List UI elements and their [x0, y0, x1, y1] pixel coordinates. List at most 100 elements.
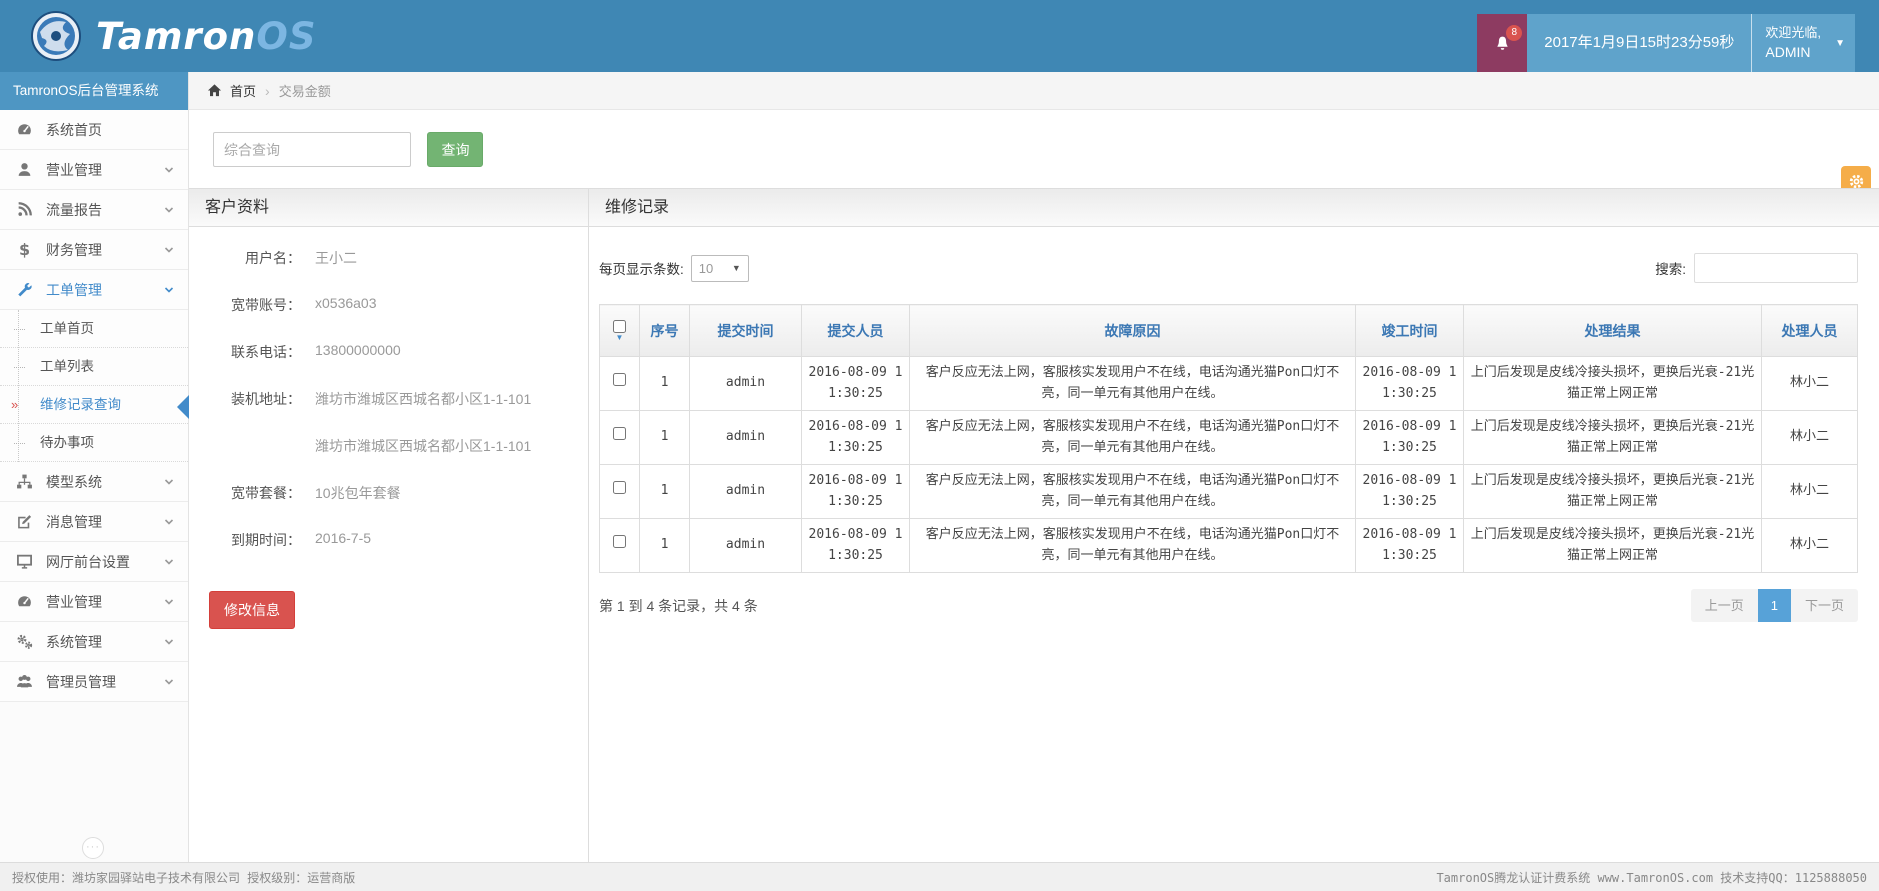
field-label: 装机地址： [189, 389, 301, 409]
dollar-icon: $ [16, 241, 33, 258]
row-checkbox[interactable] [613, 535, 626, 548]
sidebar-item-traffic-report[interactable]: 流量报告 [0, 190, 188, 230]
sidebar-item-label: 网厅前台设置 [46, 552, 130, 572]
field-value: 潍坊市潍城区西城名都小区1-1-101 [315, 436, 531, 456]
global-search-input[interactable] [213, 132, 411, 167]
sidebar-item-model-system[interactable]: 模型系统 [0, 462, 188, 502]
page-1-button[interactable]: 1 [1758, 589, 1791, 622]
sidebar-subitem-repair-record-query[interactable]: »维修记录查询 [0, 386, 188, 424]
breadcrumb-separator: › [265, 83, 270, 99]
footer-support-text: TamronOS腾龙认证计费系统 www.TamronOS.com 技术支持QQ… [1436, 869, 1867, 886]
dashboard-icon [16, 593, 33, 610]
customer-fields: 用户名：王小二宽带账号：x0536a03 联系电话： 13800000000 装机地址… [189, 227, 588, 629]
column-header: 提交人员 [802, 305, 910, 357]
sidebar-item-label: 财务管理 [46, 240, 102, 260]
sidebar-item-system-home[interactable]: 系统首页 [0, 110, 188, 150]
sidebar-title: TamronOS后台管理系统 [0, 72, 188, 110]
row-checkbox[interactable] [613, 481, 626, 494]
table-row: 1admin2016-08-09 11:30:25客户反应无法上网，客服核实发现… [600, 357, 1858, 411]
content: 客户资料 用户名：王小二宽带账号：x0536a03 联系电话： 1380000000… [189, 188, 1879, 862]
customer-field-row: 用户名：王小二 [189, 248, 588, 268]
cell-finish-time: 2016-08-09 11:30:25 [1356, 519, 1464, 573]
next-page-button[interactable]: 下一页 [1791, 589, 1858, 622]
sidebar-item-system-mgmt[interactable]: 系统管理 [0, 622, 188, 662]
notification-button[interactable]: 8 [1477, 14, 1527, 72]
topbar-right: 8 2017年1月9日15时23分59秒 欢迎光临, ADMIN ▼ [1477, 0, 1855, 72]
column-header: 处理人员 [1762, 305, 1858, 357]
sidebar-subitem-label: 工单首页 [40, 321, 94, 336]
sidebar-subitem-workorder-home[interactable]: 工单首页 [0, 310, 188, 348]
field-value: 13800000000 [315, 342, 401, 362]
notification-badge: 8 [1506, 25, 1522, 41]
sidebar-item-business-mgmt[interactable]: 营业管理 [0, 150, 188, 190]
sidebar-collapse-toggle[interactable]: ··· [82, 837, 104, 859]
sidebar-item-business-mgmt-2[interactable]: 营业管理 [0, 582, 188, 622]
sidebar-item-finance-mgmt[interactable]: $ 财务管理 [0, 230, 188, 270]
sidebar-item-webhall-settings[interactable]: 网厅前台设置 [0, 542, 188, 582]
table-row: 1admin2016-08-09 11:30:25客户反应无法上网，客服核实发现… [600, 519, 1858, 573]
row-checkbox[interactable] [613, 427, 626, 440]
gears-icon [16, 633, 33, 650]
field-label: 用户名： [189, 248, 301, 268]
active-item-marker [177, 395, 189, 419]
sidebar-item-label: 管理员管理 [46, 672, 116, 692]
sidebar-subitem-todo-items[interactable]: 待办事项 [0, 424, 188, 462]
datetime-display: 2017年1月9日15时23分59秒 [1527, 14, 1751, 72]
dashboard-icon [16, 121, 33, 138]
sitemap-icon [16, 473, 33, 490]
cell-serial: 1 [640, 411, 690, 465]
sidebar-item-message-mgmt[interactable]: 消息管理 [0, 502, 188, 542]
sidebar-menu: 系统首页营业管理流量报告$财务管理工单管理工单首页工单列表»维修记录查询待办事项… [0, 110, 188, 702]
sidebar-item-label: 模型系统 [46, 472, 102, 492]
sidebar-item-workorder-mgmt[interactable]: 工单管理 [0, 270, 188, 310]
logo-text-primary: Tamron [96, 15, 256, 58]
customer-panel-title: 客户资料 [189, 189, 588, 227]
row-checkbox[interactable] [613, 373, 626, 386]
breadcrumb-home-link[interactable]: 首页 [230, 81, 256, 100]
wrench-icon [16, 281, 33, 298]
cell-result: 上门后发现是皮线冷接头损坏，更换后光衰-21光猫正常上网正常 [1464, 357, 1762, 411]
cell-select [600, 519, 640, 573]
sidebar-item-label: 消息管理 [46, 512, 102, 532]
cell-serial: 1 [640, 357, 690, 411]
customer-field-row: 装机地址：潍坊市潍城区西城名都小区1-1-101 [189, 389, 588, 409]
page-size-value: 10 [699, 261, 713, 276]
select-all-checkbox[interactable] [613, 320, 626, 333]
double-angle-right-icon: » [11, 386, 18, 424]
table-search-group: 搜索: [1655, 253, 1858, 283]
page-size-select[interactable]: 10 ▼ [691, 255, 749, 282]
cell-select [600, 411, 640, 465]
sidebar-subitem-label: 工单列表 [40, 359, 94, 374]
customer-field-row: 宽带账号：x0536a03 [189, 295, 588, 315]
edit-info-button[interactable]: 修改信息 [209, 591, 295, 629]
cell-serial: 1 [640, 465, 690, 519]
table-search-input[interactable] [1694, 253, 1858, 283]
home-icon [207, 83, 222, 98]
footer: 授权使用：潍坊家园驿站电子技术有限公司 授权级别：运营商版 TamronOS腾龙… [0, 862, 1879, 891]
sidebar-subitem-label: 待办事项 [40, 435, 94, 450]
cell-serial: 1 [640, 519, 690, 573]
cell-handler: 林小二 [1762, 357, 1858, 411]
cell-fault-reason: 客户反应无法上网，客服核实发现用户不在线，电话沟通光猫Pon口灯不亮，同一单元有… [910, 411, 1356, 465]
users-icon [16, 673, 33, 690]
cell-submit-time: 2016-08-09 11:30:25 [802, 519, 910, 573]
sidebar-item-label: 系统首页 [46, 120, 102, 140]
rss-icon [16, 201, 33, 218]
column-header: 竣工时间 [1356, 305, 1464, 357]
sidebar-subitem-workorder-list[interactable]: 工单列表 [0, 348, 188, 386]
admin-dropdown[interactable]: 欢迎光临, ADMIN ▼ [1751, 14, 1855, 72]
globe-logo-icon [30, 10, 82, 62]
submenu-workorder-mgmt: 工单首页工单列表 »维修记录查询待办事项 [0, 310, 188, 462]
sidebar-item-admin-mgmt[interactable]: 管理员管理 [0, 662, 188, 702]
field-label: 联系电话： [189, 342, 301, 362]
logo-text-secondary: OS [256, 15, 316, 58]
cell-submitter: admin [690, 465, 802, 519]
chevron-down-icon [163, 476, 175, 488]
table-row: 1admin2016-08-09 11:30:25客户反应无法上网，客服核实发现… [600, 411, 1858, 465]
welcome-text: 欢迎光临, [1765, 23, 1821, 42]
chevron-down-icon [163, 516, 175, 528]
query-button[interactable]: 查询 [427, 132, 483, 167]
select-all-header-cell: ▼ [600, 305, 640, 357]
prev-page-button[interactable]: 上一页 [1691, 589, 1758, 622]
chevron-down-icon [163, 596, 175, 608]
